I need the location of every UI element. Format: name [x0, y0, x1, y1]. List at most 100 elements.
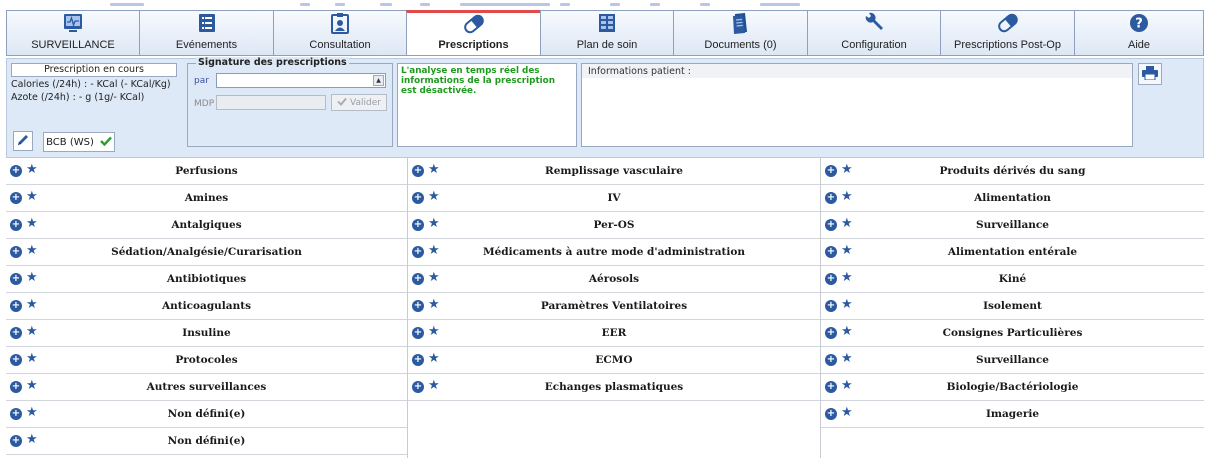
- category-row[interactable]: + ★ Aérosols: [408, 266, 820, 293]
- star-icon[interactable]: ★: [26, 163, 38, 177]
- tab-prescriptions[interactable]: Prescriptions: [406, 10, 540, 56]
- star-icon[interactable]: ★: [841, 217, 853, 231]
- add-circle-icon[interactable]: +: [10, 165, 22, 177]
- star-icon[interactable]: ★: [26, 244, 38, 258]
- add-circle-icon[interactable]: +: [10, 354, 22, 366]
- star-icon[interactable]: ★: [428, 271, 440, 285]
- category-row[interactable]: + ★ Per-OS: [408, 212, 820, 239]
- category-row[interactable]: + ★ Autres surveillances: [6, 374, 407, 401]
- star-icon[interactable]: ★: [26, 379, 38, 393]
- category-row[interactable]: + ★ Antalgiques: [6, 212, 407, 239]
- tab-evenements[interactable]: Evénements: [139, 10, 273, 56]
- star-icon[interactable]: ★: [428, 325, 440, 339]
- category-row[interactable]: + ★ Sédation/Analgésie/Curarisation: [6, 239, 407, 266]
- star-icon[interactable]: ★: [26, 352, 38, 366]
- category-row[interactable]: + ★ Remplissage vasculaire: [408, 158, 820, 185]
- print-button[interactable]: [1138, 63, 1162, 85]
- star-icon[interactable]: ★: [26, 325, 38, 339]
- star-icon[interactable]: ★: [841, 325, 853, 339]
- category-row[interactable]: + ★ Anticoagulants: [6, 293, 407, 320]
- category-row[interactable]: + ★ Protocoles: [6, 347, 407, 374]
- category-row[interactable]: + ★ Non défini(e): [6, 401, 407, 428]
- add-circle-icon[interactable]: +: [412, 273, 424, 285]
- category-row[interactable]: + ★ Surveillance: [821, 347, 1204, 374]
- category-row[interactable]: + ★ Biologie/Bactériologie: [821, 374, 1204, 401]
- tab-prescriptions-post-op[interactable]: Prescriptions Post-Op: [940, 10, 1074, 56]
- category-row[interactable]: + ★ Imagerie: [821, 401, 1204, 428]
- add-circle-icon[interactable]: +: [10, 327, 22, 339]
- star-icon[interactable]: ★: [26, 298, 38, 312]
- tab-surveillance[interactable]: SURVEILLANCE: [6, 10, 139, 56]
- add-circle-icon[interactable]: +: [10, 381, 22, 393]
- add-circle-icon[interactable]: +: [412, 381, 424, 393]
- category-row[interactable]: + ★ Alimentation: [821, 185, 1204, 212]
- star-icon[interactable]: ★: [428, 298, 440, 312]
- category-row[interactable]: + ★ Echanges plasmatiques: [408, 374, 820, 401]
- star-icon[interactable]: ★: [841, 190, 853, 204]
- star-icon[interactable]: ★: [26, 190, 38, 204]
- add-circle-icon[interactable]: +: [10, 246, 22, 258]
- add-circle-icon[interactable]: +: [412, 219, 424, 231]
- star-icon[interactable]: ★: [841, 379, 853, 393]
- star-icon[interactable]: ★: [428, 163, 440, 177]
- star-icon[interactable]: ★: [428, 379, 440, 393]
- validate-button[interactable]: Valider: [331, 94, 387, 111]
- star-icon[interactable]: ★: [841, 352, 853, 366]
- category-row[interactable]: + ★ Paramètres Ventilatoires: [408, 293, 820, 320]
- add-circle-icon[interactable]: +: [10, 219, 22, 231]
- category-row[interactable]: + ★ ECMO: [408, 347, 820, 374]
- password-field[interactable]: [216, 95, 326, 110]
- star-icon[interactable]: ★: [841, 298, 853, 312]
- star-icon[interactable]: ★: [841, 406, 853, 420]
- star-icon[interactable]: ★: [428, 217, 440, 231]
- add-circle-icon[interactable]: +: [825, 219, 837, 231]
- category-row[interactable]: + ★ Insuline: [6, 320, 407, 347]
- add-circle-icon[interactable]: +: [412, 354, 424, 366]
- signer-select[interactable]: ▲: [216, 73, 386, 88]
- add-circle-icon[interactable]: +: [10, 300, 22, 312]
- category-row[interactable]: + ★ Amines: [6, 185, 407, 212]
- category-row[interactable]: + ★ Consignes Particulières: [821, 320, 1204, 347]
- add-circle-icon[interactable]: +: [10, 273, 22, 285]
- add-circle-icon[interactable]: +: [412, 165, 424, 177]
- category-row[interactable]: + ★ Médicaments à autre mode d'administrat…: [408, 239, 820, 266]
- star-icon[interactable]: ★: [428, 244, 440, 258]
- star-icon[interactable]: ★: [26, 271, 38, 285]
- add-circle-icon[interactable]: +: [825, 192, 837, 204]
- category-row[interactable]: + ★ Perfusions: [6, 158, 407, 185]
- category-row[interactable]: + ★ Alimentation entérale: [821, 239, 1204, 266]
- add-circle-icon[interactable]: +: [825, 327, 837, 339]
- category-row[interactable]: + ★ EER: [408, 320, 820, 347]
- category-row[interactable]: + ★ Antibiotiques: [6, 266, 407, 293]
- star-icon[interactable]: ★: [428, 190, 440, 204]
- tab-aide[interactable]: ? Aide: [1074, 10, 1204, 56]
- star-icon[interactable]: ★: [26, 406, 38, 420]
- tab-documents[interactable]: Documents (0): [673, 10, 807, 56]
- category-row[interactable]: + ★ Produits dérivés du sang: [821, 158, 1204, 185]
- dropdown-arrow-icon[interactable]: ▲: [373, 75, 384, 86]
- star-icon[interactable]: ★: [428, 352, 440, 366]
- add-circle-icon[interactable]: +: [825, 408, 837, 420]
- edit-prescription-button[interactable]: [13, 131, 33, 151]
- star-icon[interactable]: ★: [26, 217, 38, 231]
- category-row[interactable]: + ★ Surveillance: [821, 212, 1204, 239]
- add-circle-icon[interactable]: +: [825, 246, 837, 258]
- add-circle-icon[interactable]: +: [412, 192, 424, 204]
- add-circle-icon[interactable]: +: [412, 327, 424, 339]
- star-icon[interactable]: ★: [841, 244, 853, 258]
- add-circle-icon[interactable]: +: [825, 165, 837, 177]
- tab-consultation[interactable]: Consultation: [273, 10, 406, 56]
- star-icon[interactable]: ★: [26, 433, 38, 447]
- tab-plan-de-soin[interactable]: Plan de soin: [540, 10, 673, 56]
- add-circle-icon[interactable]: +: [825, 354, 837, 366]
- add-circle-icon[interactable]: +: [412, 246, 424, 258]
- tab-configuration[interactable]: Configuration: [807, 10, 940, 56]
- add-circle-icon[interactable]: +: [10, 192, 22, 204]
- add-circle-icon[interactable]: +: [825, 381, 837, 393]
- add-circle-icon[interactable]: +: [10, 408, 22, 420]
- category-row[interactable]: + ★ Kiné: [821, 266, 1204, 293]
- category-row[interactable]: + ★ Non défini(e): [6, 428, 407, 455]
- add-circle-icon[interactable]: +: [825, 300, 837, 312]
- star-icon[interactable]: ★: [841, 163, 853, 177]
- add-circle-icon[interactable]: +: [825, 273, 837, 285]
